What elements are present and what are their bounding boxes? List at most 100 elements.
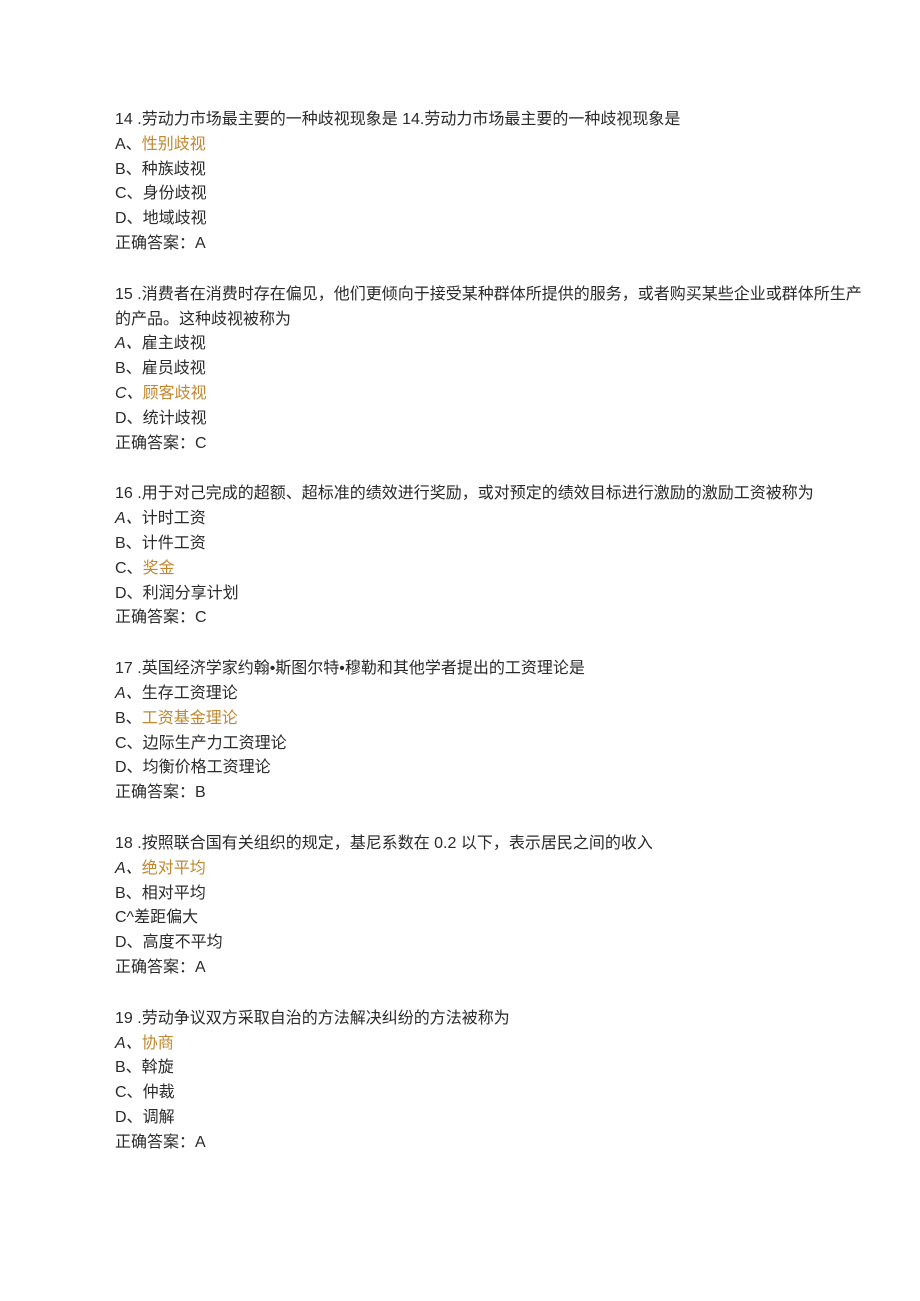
option-letter: B、 [115, 885, 142, 902]
option-text: 种族歧视 [142, 161, 206, 178]
option-b: B、计件工资 [115, 532, 865, 557]
option-a: A、协商 [115, 1032, 865, 1057]
option-text: 调解 [143, 1109, 175, 1126]
option-letter: A、 [115, 510, 142, 527]
option-a: A、生存工资理论 [115, 682, 865, 707]
answer-line: 正确答案：B [115, 781, 865, 806]
answer-line: 正确答案：A [115, 956, 865, 981]
question-line: 15 .消费者在消费时存在偏见，他们更倾向于接受某种群体所提供的服务，或者购买某… [115, 283, 865, 333]
answer-label: 正确答案： [115, 235, 195, 252]
option-d: D、地域歧视 [115, 207, 865, 232]
question-number: 15 [115, 286, 133, 303]
answer-value: A [195, 1134, 206, 1151]
answer-line: 正确答案：C [115, 606, 865, 631]
option-b: B、相对平均 [115, 882, 865, 907]
option-text: 计时工资 [142, 510, 206, 527]
option-text: 均衡价格工资理论 [143, 759, 271, 776]
question-number: 18 [115, 835, 133, 852]
option-d: D、高度不平均 [115, 931, 865, 956]
option-letter: B、 [115, 535, 142, 552]
option-a: A、计时工资 [115, 507, 865, 532]
question-line: 19 .劳动争议双方采取自治的方法解决纠纷的方法被称为 [115, 1007, 865, 1032]
question-sep: . [133, 835, 142, 852]
option-letter: D、 [115, 1109, 143, 1126]
option-b: B、雇员歧视 [115, 357, 865, 382]
question-line: 16 .用于对己完成的超额、超标准的绩效进行奖励，或对预定的绩效目标进行激励的激… [115, 482, 865, 507]
option-letter: D、 [115, 934, 143, 951]
option-letter: D、 [115, 410, 143, 427]
question-text: 劳动争议双方采取自治的方法解决纠纷的方法被称为 [142, 1010, 510, 1027]
question-line: 14 .劳动力市场最主要的一种歧视现象是 14.劳动力市场最主要的一种歧视现象是 [115, 108, 865, 133]
option-letter: A、 [115, 685, 142, 702]
question-sep: . [133, 485, 142, 502]
option-letter: B、 [115, 360, 142, 377]
option-letter: C、 [115, 560, 143, 577]
option-letter: A、 [115, 860, 142, 877]
answer-label: 正确答案： [115, 435, 195, 452]
option-text: 计件工资 [142, 535, 206, 552]
option-c: C^差距偏大 [115, 906, 865, 931]
option-text: 协商 [142, 1035, 174, 1052]
option-text: 利润分享计划 [143, 585, 239, 602]
question-text: 劳动力市场最主要的一种歧视现象是 14.劳动力市场最主要的一种歧视现象是 [142, 111, 681, 128]
option-letter: D、 [115, 585, 143, 602]
option-text: 仲裁 [143, 1084, 175, 1101]
answer-label: 正确答案： [115, 784, 195, 801]
question-sep: . [133, 111, 142, 128]
answer-line: 正确答案：A [115, 1131, 865, 1156]
question-text: 英国经济学家约翰•斯图尔特•穆勒和其他学者提出的工资理论是 [142, 660, 585, 677]
option-text: 绝对平均 [142, 860, 206, 877]
option-text: 边际生产力工资理论 [143, 735, 287, 752]
option-text: 奖金 [143, 560, 175, 577]
answer-label: 正确答案： [115, 1134, 195, 1151]
option-c: C、奖金 [115, 557, 865, 582]
option-letter: C、 [115, 185, 143, 202]
question-line: 18 .按照联合国有关组织的规定，基尼系数在 0.2 以下，表示居民之间的收入 [115, 832, 865, 857]
question-block: 17 .英国经济学家约翰•斯图尔特•穆勒和其他学者提出的工资理论是 A、生存工资… [115, 657, 865, 806]
option-d: D、利润分享计划 [115, 582, 865, 607]
question-line: 17 .英国经济学家约翰•斯图尔特•穆勒和其他学者提出的工资理论是 [115, 657, 865, 682]
option-text: 斡旋 [142, 1059, 174, 1076]
option-d: D、统计歧视 [115, 407, 865, 432]
option-a: A、绝对平均 [115, 857, 865, 882]
option-c: C、身份歧视 [115, 182, 865, 207]
option-letter: C^ [115, 909, 134, 926]
option-d: D、均衡价格工资理论 [115, 756, 865, 781]
questions-container: 14 .劳动力市场最主要的一种歧视现象是 14.劳动力市场最主要的一种歧视现象是… [115, 108, 865, 1155]
question-number: 19 [115, 1010, 133, 1027]
option-letter: D、 [115, 759, 143, 776]
question-block: 15 .消费者在消费时存在偏见，他们更倾向于接受某种群体所提供的服务，或者购买某… [115, 283, 865, 457]
option-a: A、雇主歧视 [115, 332, 865, 357]
option-letter: C、 [115, 735, 143, 752]
option-letter: B、 [115, 1059, 142, 1076]
option-letter: C、 [115, 1084, 143, 1101]
question-block: 19 .劳动争议双方采取自治的方法解决纠纷的方法被称为 A、协商 B、斡旋 C、… [115, 1007, 865, 1156]
option-text: 高度不平均 [143, 934, 223, 951]
answer-value: A [195, 235, 206, 252]
option-letter: B、 [115, 710, 142, 727]
option-b: B、斡旋 [115, 1056, 865, 1081]
question-sep: . [133, 660, 142, 677]
option-text: 性别歧视 [142, 136, 206, 153]
answer-label: 正确答案： [115, 959, 195, 976]
option-letter: A、 [115, 335, 142, 352]
option-text: 顾客歧视 [143, 385, 207, 402]
option-letter: B、 [115, 161, 142, 178]
option-letter: D、 [115, 210, 143, 227]
option-letter: A、 [115, 1035, 142, 1052]
option-c: C、顾客歧视 [115, 382, 865, 407]
question-text: 用于对己完成的超额、超标准的绩效进行奖励，或对预定的绩效目标进行激励的激励工资被… [142, 485, 814, 502]
option-text: 雇主歧视 [142, 335, 206, 352]
answer-value: A [195, 959, 206, 976]
option-b: B、工资基金理论 [115, 707, 865, 732]
answer-line: 正确答案：A [115, 232, 865, 257]
option-text: 差距偏大 [134, 909, 198, 926]
option-letter: C、 [115, 385, 143, 402]
option-letter: A、 [115, 136, 142, 153]
option-c: C、仲裁 [115, 1081, 865, 1106]
answer-line: 正确答案：C [115, 432, 865, 457]
question-text: 按照联合国有关组织的规定，基尼系数在 0.2 以下，表示居民之间的收入 [142, 835, 653, 852]
option-d: D、调解 [115, 1106, 865, 1131]
question-number: 14 [115, 111, 133, 128]
option-a: A、性别歧视 [115, 133, 865, 158]
